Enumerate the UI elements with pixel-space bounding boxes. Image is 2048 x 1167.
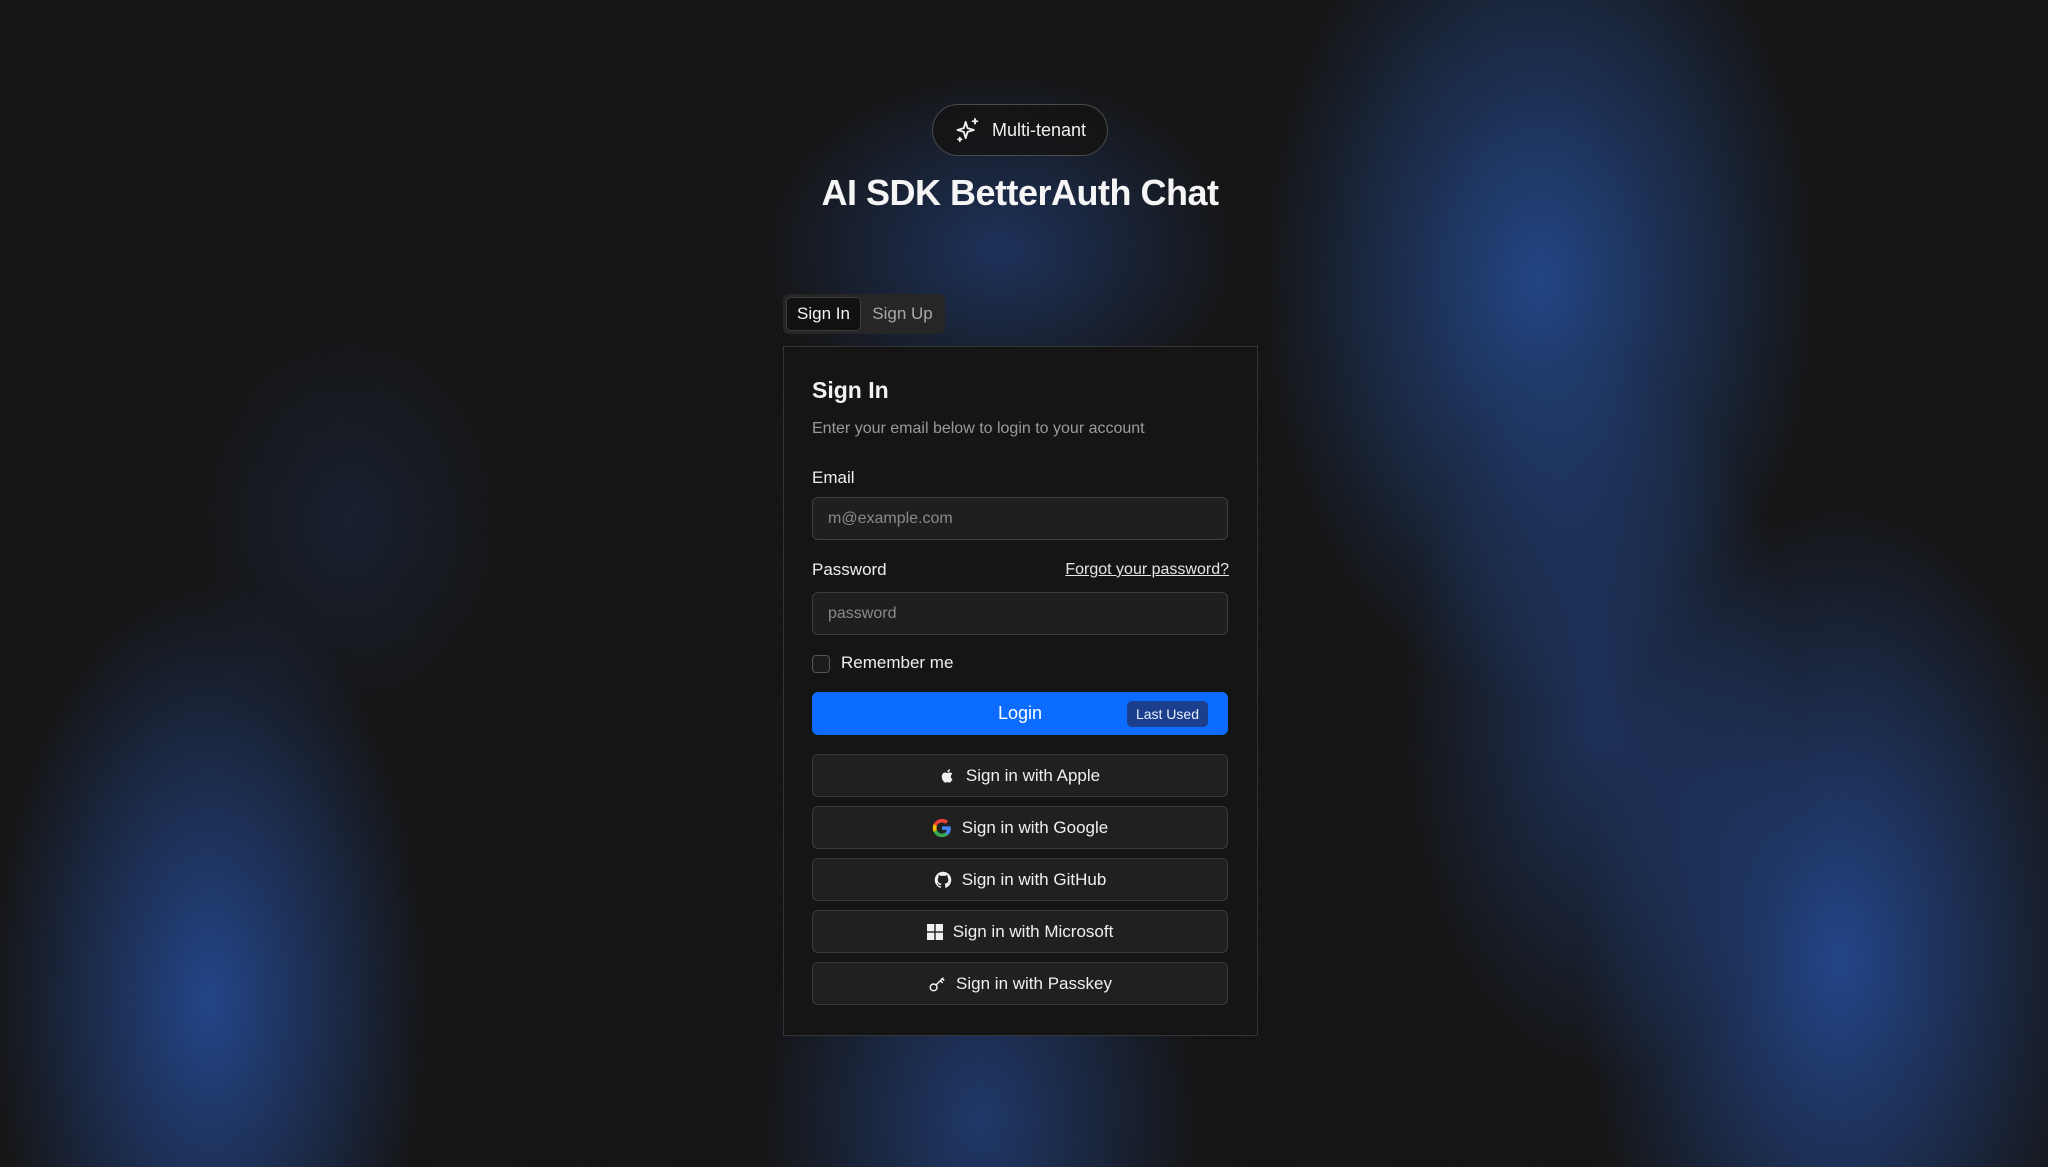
sign-in-apple-button[interactable]: Sign in with Apple [812, 754, 1228, 797]
sparkles-icon [954, 116, 982, 144]
sign-in-apple-label: Sign in with Apple [965, 765, 1101, 785]
remember-me-label: Remember me [841, 653, 954, 672]
sign-in-passkey-button[interactable]: Sign in with Passkey [812, 962, 1228, 1005]
login-button[interactable]: Login Last Used [812, 692, 1228, 735]
password-field[interactable] [812, 592, 1228, 635]
last-used-badge: Last Used [1126, 701, 1208, 727]
github-icon [934, 871, 952, 889]
sign-in-google-button[interactable]: Sign in with Google [812, 806, 1228, 849]
sign-in-google-label: Sign in with Google [961, 817, 1109, 837]
tab-sign-up[interactable]: Sign Up [863, 297, 942, 331]
sign-in-github-button[interactable]: Sign in with GitHub [812, 858, 1228, 901]
auth-tabs: Sign In Sign Up [783, 294, 945, 334]
apple-icon [940, 768, 956, 784]
login-button-label: Login [997, 703, 1043, 723]
email-label: Email [812, 468, 855, 487]
forgot-password-link[interactable]: Forgot your password? [1065, 561, 1229, 579]
microsoft-icon [926, 923, 943, 940]
remember-me-checkbox[interactable] [812, 655, 830, 673]
sign-in-microsoft-button[interactable]: Sign in with Microsoft [812, 910, 1228, 953]
email-field[interactable] [812, 497, 1228, 540]
sign-in-card: Sign In Enter your email below to login … [783, 346, 1258, 1036]
key-icon [928, 975, 946, 993]
sign-in-github-label: Sign in with GitHub [961, 869, 1107, 889]
card-subtitle: Enter your email below to login to your … [812, 420, 1145, 437]
multi-tenant-badge: Multi-tenant [932, 104, 1108, 156]
badge-label: Multi-tenant [991, 119, 1087, 140]
sign-in-microsoft-label: Sign in with Microsoft [952, 921, 1114, 941]
page-title: AI SDK BetterAuth Chat [821, 172, 1219, 213]
google-icon [932, 818, 952, 838]
tab-sign-in[interactable]: Sign In [786, 297, 862, 331]
password-label: Password [812, 560, 887, 579]
card-title: Sign In [812, 377, 889, 403]
sign-in-passkey-label: Sign in with Passkey [956, 973, 1112, 993]
